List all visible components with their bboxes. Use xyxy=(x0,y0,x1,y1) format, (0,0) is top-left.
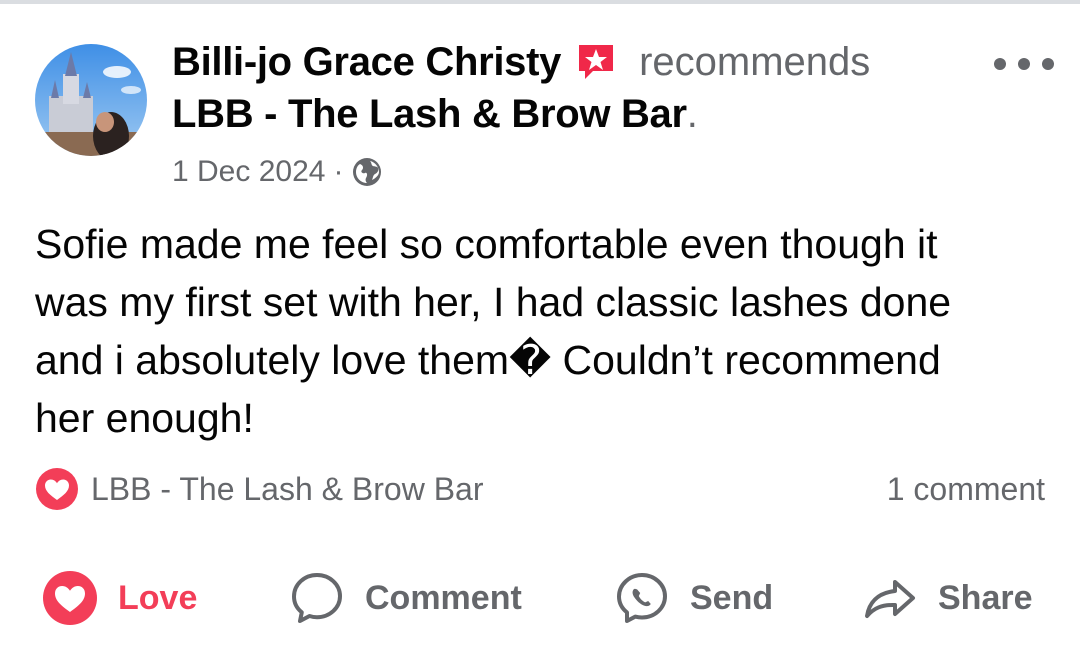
globe-icon xyxy=(351,156,383,188)
comment-count-link[interactable]: 1 comment xyxy=(887,466,1045,512)
page-name-period: . xyxy=(686,91,698,136)
more-options-icon[interactable] xyxy=(994,44,1054,84)
reactor-name: LBB - The Lash & Brow Bar xyxy=(91,470,484,507)
top-divider xyxy=(0,0,1080,4)
send-button[interactable]: Send xyxy=(614,566,773,630)
post-text-line: Sofie made me feel so comfortable even t… xyxy=(35,221,938,267)
post-text-line: was my first set with her, I had classic… xyxy=(35,279,952,325)
recommends-verb: recommends xyxy=(639,39,871,84)
action-bar: Love Comment Send Share xyxy=(0,566,1080,630)
comment-button[interactable]: Comment xyxy=(289,566,522,630)
love-label: Love xyxy=(118,578,198,617)
post-date[interactable]: 1 Dec 2024 xyxy=(172,155,325,189)
share-label: Share xyxy=(938,578,1033,617)
avatar[interactable] xyxy=(35,44,147,156)
author-name[interactable]: Billi-jo Grace Christy xyxy=(172,40,561,85)
love-button[interactable]: Love xyxy=(42,566,197,630)
reactions-summary[interactable]: LBB - The Lash & Brow Bar xyxy=(35,466,483,512)
share-arrow-icon xyxy=(862,570,918,626)
post-text-line: and i absolutely love them� Couldn’t rec… xyxy=(35,337,941,383)
share-button[interactable]: Share xyxy=(862,566,1033,630)
page-name-link[interactable]: LBB - The Lash & Brow Bar xyxy=(172,92,687,137)
meta-separator: · xyxy=(333,155,344,188)
messenger-icon xyxy=(614,570,670,626)
send-label: Send xyxy=(690,578,774,617)
love-heart-icon xyxy=(42,570,98,626)
post-body: Sofie made me feel so comfortable even t… xyxy=(35,215,1045,447)
comment-label: Comment xyxy=(365,578,522,617)
comment-bubble-icon xyxy=(289,570,345,626)
recommendation-star-icon xyxy=(575,41,617,83)
post-text-line: her enough! xyxy=(35,395,254,441)
love-reaction-icon xyxy=(35,467,79,511)
